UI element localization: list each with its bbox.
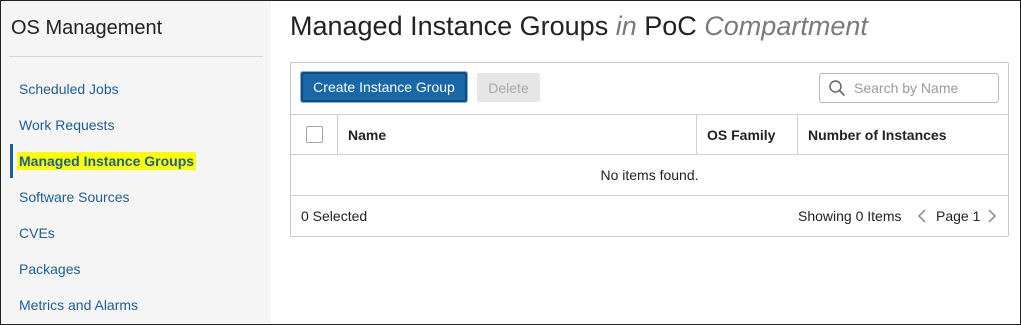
compartment-word: Compartment <box>704 11 868 41</box>
showing-count: Showing 0 Items <box>798 208 902 224</box>
column-header-number-of-instances[interactable]: Number of Instances <box>798 115 1008 154</box>
select-all-checkbox[interactable] <box>305 126 323 143</box>
create-instance-group-button[interactable]: Create Instance Group <box>301 72 467 102</box>
table-header: Name OS Family Number of Instances <box>291 114 1008 155</box>
table-toolbar: Create Instance Group Delete Search by N… <box>291 63 1008 114</box>
select-all-cell <box>291 115 338 154</box>
search-icon <box>828 79 846 97</box>
sidebar-title: OS Management <box>11 17 163 39</box>
chevron-left-icon[interactable] <box>916 208 928 224</box>
sidebar-divider <box>9 56 263 57</box>
table-footer: 0 Selected Showing 0 Items Page 1 <box>291 196 1008 236</box>
sidebar-item-label: Metrics and Alarms <box>19 297 139 313</box>
page-title-in: in <box>615 11 637 41</box>
search-input[interactable]: Search by Name <box>819 73 999 103</box>
sidebar-item-managed-instance-groups[interactable]: Managed Instance Groups <box>1 143 271 179</box>
page-title: Managed Instance Groups in PoC Compartme… <box>290 11 868 42</box>
sidebar-item-cves[interactable]: CVEs <box>1 215 271 251</box>
sidebar-item-label: Work Requests <box>19 117 115 133</box>
sidebar-item-software-sources[interactable]: Software Sources <box>1 179 271 215</box>
page-indicator: Page 1 <box>936 208 981 224</box>
sidebar-item-packages[interactable]: Packages <box>1 251 271 287</box>
selected-count: 0 Selected <box>301 208 368 224</box>
empty-message: No items found. <box>291 155 1008 196</box>
sidebar-item-label: Managed Instance Groups <box>17 152 197 170</box>
column-header-name[interactable]: Name <box>338 115 697 154</box>
search-placeholder: Search by Name <box>854 80 959 96</box>
page-title-text: Managed Instance Groups <box>290 11 609 41</box>
sidebar: OS Management Scheduled Jobs Work Reques… <box>1 1 271 323</box>
sidebar-item-label: Packages <box>19 261 81 277</box>
sidebar-nav: Scheduled Jobs Work Requests Managed Ins… <box>1 71 271 323</box>
compartment-name: PoC <box>644 11 697 41</box>
instance-groups-panel: Create Instance Group Delete Search by N… <box>290 62 1009 237</box>
sidebar-item-label: Scheduled Jobs <box>19 81 119 97</box>
sidebar-item-scheduled-jobs[interactable]: Scheduled Jobs <box>1 71 271 107</box>
sidebar-item-metrics-and-alarms[interactable]: Metrics and Alarms <box>1 287 271 323</box>
chevron-right-icon[interactable] <box>986 208 998 224</box>
delete-button[interactable]: Delete <box>477 73 540 102</box>
sidebar-item-label: Software Sources <box>19 189 130 205</box>
pagination: Page 1 <box>916 208 998 224</box>
sidebar-item-work-requests[interactable]: Work Requests <box>1 107 271 143</box>
sidebar-item-label: CVEs <box>19 225 55 241</box>
column-header-os-family[interactable]: OS Family <box>697 115 798 154</box>
